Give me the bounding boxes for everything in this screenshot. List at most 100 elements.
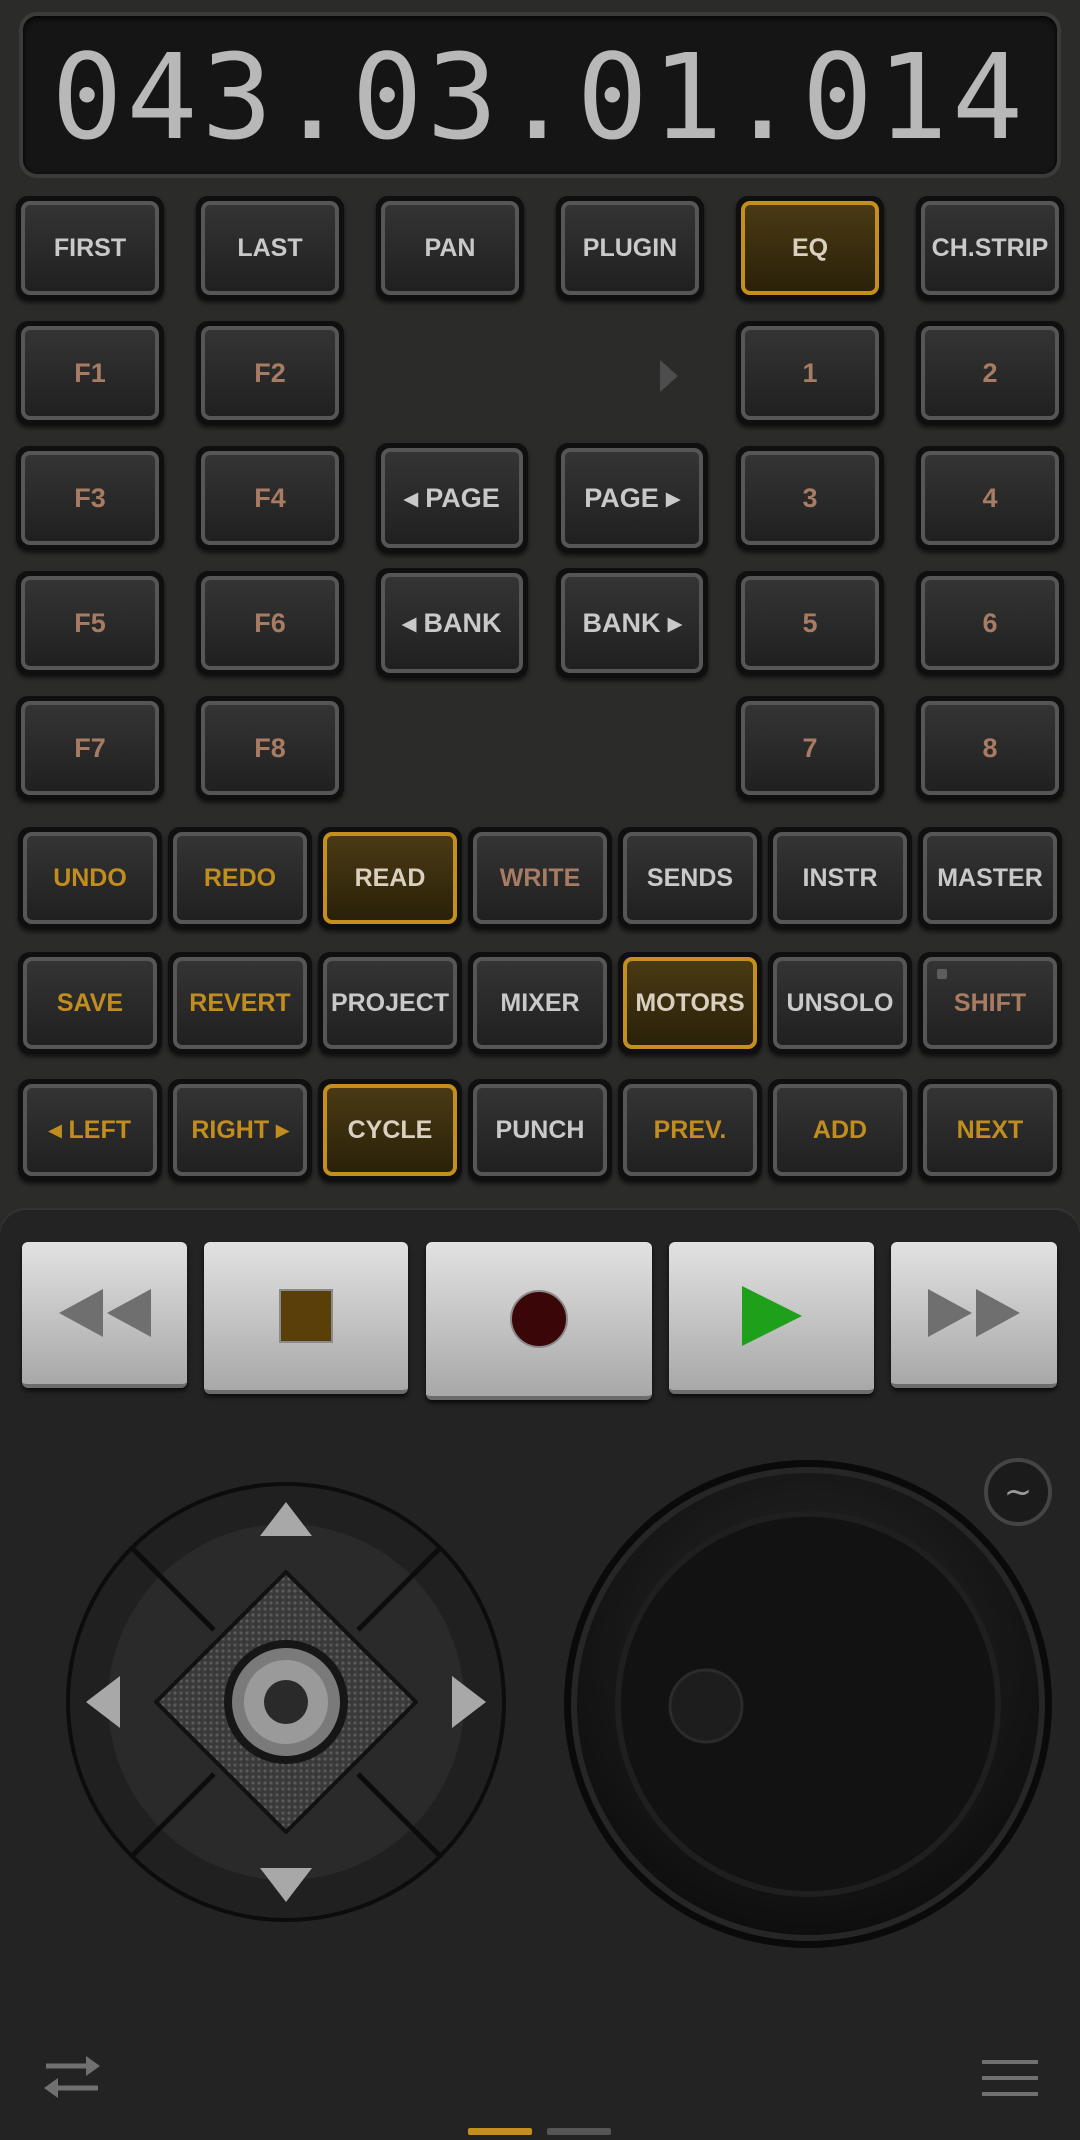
- channel-3-button[interactable]: 3: [736, 446, 884, 550]
- timecode-readout: 043.03.01.014: [51, 28, 1027, 166]
- function-key-f1-label: F1: [21, 326, 159, 420]
- channel-4-button[interactable]: 4: [916, 446, 1064, 550]
- undo-button-label: UNDO: [23, 832, 157, 924]
- channel-2-button-label: 2: [921, 326, 1059, 420]
- add-button[interactable]: ADD: [768, 1079, 912, 1181]
- function-key-f3-label: F3: [21, 451, 159, 545]
- bank-right-button[interactable]: BANK ▸: [556, 568, 708, 678]
- unsolo-button[interactable]: UNSOLO: [768, 952, 912, 1054]
- redo-button-label: REDO: [173, 832, 307, 924]
- next-button-label: NEXT: [923, 1084, 1057, 1176]
- shift-button-label: SHIFT: [923, 957, 1057, 1049]
- channel-6-button[interactable]: 6: [916, 571, 1064, 675]
- eq-button[interactable]: EQ: [736, 196, 884, 300]
- first-button-label: FIRST: [21, 201, 159, 295]
- function-key-f6-label: F6: [201, 576, 339, 670]
- function-key-f1[interactable]: F1: [16, 321, 164, 425]
- project-button-label: PROJECT: [323, 957, 457, 1049]
- project-button[interactable]: PROJECT: [318, 952, 462, 1054]
- channel-8-button[interactable]: 8: [916, 696, 1064, 800]
- pan-button[interactable]: PAN: [376, 196, 524, 300]
- write-button-label: WRITE: [473, 832, 607, 924]
- fast-forward-button[interactable]: [891, 1242, 1057, 1388]
- channel-2-button[interactable]: 2: [916, 321, 1064, 425]
- function-key-f2-label: F2: [201, 326, 339, 420]
- shift-button[interactable]: SHIFT: [918, 952, 1062, 1054]
- read-button-label: READ: [323, 832, 457, 924]
- bank-left-button[interactable]: ◂ BANK: [376, 568, 528, 678]
- channel-4-button-label: 4: [921, 451, 1059, 545]
- timecode-display: 043.03.01.014: [23, 16, 1057, 174]
- write-button[interactable]: WRITE: [468, 827, 612, 929]
- motors-button[interactable]: MOTORS: [618, 952, 762, 1054]
- function-key-f3[interactable]: F3: [16, 446, 164, 550]
- read-button[interactable]: READ: [318, 827, 462, 929]
- channel-5-button[interactable]: 5: [736, 571, 884, 675]
- function-key-f4[interactable]: F4: [196, 446, 344, 550]
- channel-1-button[interactable]: 1: [736, 321, 884, 425]
- swap-arrows-icon[interactable]: [40, 2052, 104, 2102]
- cycle-button[interactable]: CYCLE: [318, 1079, 462, 1181]
- undo-button[interactable]: UNDO: [18, 827, 162, 929]
- cycle-button-label: CYCLE: [323, 1084, 457, 1176]
- revert-button-label: REVERT: [173, 957, 307, 1049]
- function-key-f8-label: F8: [201, 701, 339, 795]
- shift-led-indicator: [937, 969, 947, 979]
- right-button[interactable]: RIGHT ▸: [168, 1079, 312, 1181]
- page-left-button-label: ◂ PAGE: [381, 448, 523, 548]
- prev-button[interactable]: PREV.: [618, 1079, 762, 1181]
- page-indicator-active: [468, 2128, 532, 2135]
- master-button[interactable]: MASTER: [918, 827, 1062, 929]
- play-icon: [741, 1286, 802, 1346]
- instr-button[interactable]: INSTR: [768, 827, 912, 929]
- prev-button-label: PREV.: [623, 1084, 757, 1176]
- stop-button[interactable]: [204, 1242, 408, 1394]
- function-key-f2[interactable]: F2: [196, 321, 344, 425]
- rewind-button[interactable]: [22, 1242, 187, 1388]
- channel-6-button-label: 6: [921, 576, 1059, 670]
- function-key-f5-label: F5: [21, 576, 159, 670]
- sends-button[interactable]: SENDS: [618, 827, 762, 929]
- record-button[interactable]: [426, 1242, 652, 1400]
- function-key-f7[interactable]: F7: [16, 696, 164, 800]
- function-key-f8[interactable]: F8: [196, 696, 344, 800]
- menu-icon[interactable]: [982, 2058, 1038, 2098]
- navigation-pad[interactable]: [64, 1480, 508, 1924]
- channel-7-button[interactable]: 7: [736, 696, 884, 800]
- page-right-button-label: PAGE ▸: [561, 448, 703, 548]
- function-key-f5[interactable]: F5: [16, 571, 164, 675]
- revert-button[interactable]: REVERT: [168, 952, 312, 1054]
- page-indicator-inactive: [547, 2128, 611, 2135]
- play-button[interactable]: [669, 1242, 874, 1394]
- function-key-f4-label: F4: [201, 451, 339, 545]
- bank-right-button-label: BANK ▸: [561, 573, 703, 673]
- function-key-f6[interactable]: F6: [196, 571, 344, 675]
- channel-5-button-label: 5: [741, 576, 879, 670]
- ch-strip-button[interactable]: CH.STRIP: [916, 196, 1064, 300]
- motors-button-label: MOTORS: [623, 957, 757, 1049]
- page-right-button[interactable]: PAGE ▸: [556, 443, 708, 553]
- channel-8-button-label: 8: [921, 701, 1059, 795]
- left-button[interactable]: ◂ LEFT: [18, 1079, 162, 1181]
- jog-finger-dimple: [668, 1668, 744, 1744]
- plugin-button-label: PLUGIN: [561, 201, 699, 295]
- scrub-toggle-button[interactable]: ~: [984, 1458, 1052, 1526]
- mixer-button[interactable]: MIXER: [468, 952, 612, 1054]
- add-button-label: ADD: [773, 1084, 907, 1176]
- first-button[interactable]: FIRST: [16, 196, 164, 300]
- redo-button[interactable]: REDO: [168, 827, 312, 929]
- jog-wheel[interactable]: [562, 1458, 1054, 1950]
- channel-3-button-label: 3: [741, 451, 879, 545]
- mixer-button-label: MIXER: [473, 957, 607, 1049]
- sends-button-label: SENDS: [623, 832, 757, 924]
- next-button[interactable]: NEXT: [918, 1079, 1062, 1181]
- stop-icon: [279, 1289, 333, 1343]
- save-button-label: SAVE: [23, 957, 157, 1049]
- plugin-button[interactable]: PLUGIN: [556, 196, 704, 300]
- last-button[interactable]: LAST: [196, 196, 344, 300]
- channel-1-button-label: 1: [741, 326, 879, 420]
- page-left-button[interactable]: ◂ PAGE: [376, 443, 528, 553]
- pointer-right-icon: [660, 360, 678, 392]
- save-button[interactable]: SAVE: [18, 952, 162, 1054]
- punch-button[interactable]: PUNCH: [468, 1079, 612, 1181]
